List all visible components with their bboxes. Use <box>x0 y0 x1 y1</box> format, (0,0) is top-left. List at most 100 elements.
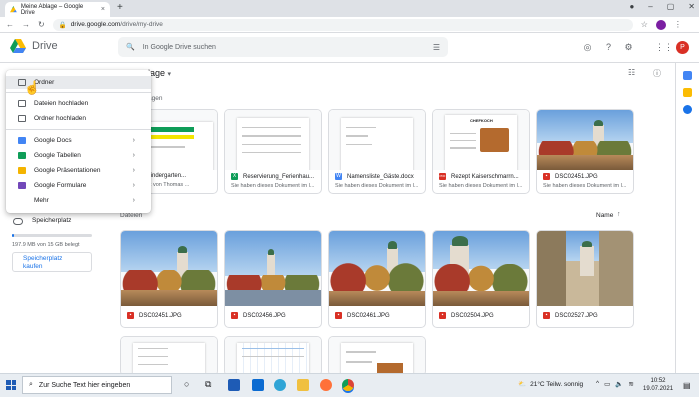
storage-usage-fill <box>12 234 14 237</box>
menu-item-label: Google Tabellen <box>34 152 81 159</box>
weather-icon: ⛅ <box>518 381 527 388</box>
file-explorer-icon[interactable] <box>297 379 309 391</box>
system-tray[interactable]: ^ ▭ 🔈 ≋ <box>596 380 634 388</box>
list-view-icon[interactable]: ☷ <box>628 68 635 77</box>
task-view-icon[interactable]: ⧉ <box>205 379 211 390</box>
new-tab-button[interactable]: + <box>117 2 123 13</box>
menu-item-google-slides[interactable]: Google Präsentationen › <box>6 164 151 177</box>
offline-status-icon[interactable]: ◎ <box>582 42 593 53</box>
chevron-right-icon: › <box>132 137 135 144</box>
menu-item-label: Google Docs <box>34 137 72 144</box>
bookmark-star-icon[interactable]: ☆ <box>641 20 648 29</box>
suggested-card[interactable]: W Namensliste_Gäste.docx Sie haben dieses… <box>328 109 426 194</box>
menu-dots-icon[interactable]: ⋮ <box>674 20 682 29</box>
store-icon[interactable] <box>228 379 240 391</box>
apps-grid-icon[interactable]: ⋮⋮ <box>655 42 673 53</box>
file-thumbnail <box>329 337 425 375</box>
breadcrumb[interactable]: lage ▾ <box>148 68 171 78</box>
taskbar-search-input[interactable]: ⌕ Zur Suche Text hier eingeben <box>22 376 172 394</box>
search-input[interactable]: 🔍 In Google Drive suchen ☰ <box>118 37 448 57</box>
maximize-button[interactable]: ▢ <box>667 2 675 11</box>
forward-icon[interactable]: → <box>22 20 30 29</box>
sort-direction-icon[interactable]: ↑ <box>617 211 621 218</box>
file-card[interactable] <box>120 336 218 376</box>
minimize-button[interactable]: – <box>648 2 652 11</box>
firefox-icon[interactable] <box>320 379 332 391</box>
app-title: Drive <box>32 40 58 52</box>
mail-icon[interactable] <box>252 379 264 391</box>
edge-icon[interactable] <box>274 379 286 391</box>
account-avatar[interactable]: P <box>676 41 689 54</box>
file-card[interactable]: ▪ DSC02456.JPG <box>224 230 322 328</box>
info-icon[interactable]: ⓘ <box>653 68 661 79</box>
address-bar[interactable]: 🔒 drive.google.com/drive/my-drive <box>52 18 633 31</box>
file-name: DSC02461.JPG <box>347 312 390 319</box>
wifi-icon[interactable]: ≋ <box>628 380 633 388</box>
menu-item-label: Ordner hochladen <box>34 115 87 122</box>
slides-icon <box>18 167 26 174</box>
chevron-right-icon: › <box>132 182 135 189</box>
cortana-icon[interactable]: ○ <box>184 379 189 389</box>
profile-avatar[interactable] <box>655 19 666 30</box>
suggested-card[interactable]: ▪ DSC02451.JPG Sie haben dieses Dokument … <box>536 109 634 194</box>
storage-label[interactable]: Speicherplatz <box>32 217 71 224</box>
tasks-icon[interactable] <box>683 105 692 114</box>
menu-item-upload-folder[interactable]: Ordner hochladen <box>6 112 151 125</box>
forms-icon <box>18 182 26 189</box>
menu-item-more[interactable]: Mehr › <box>6 194 151 207</box>
file-name: DSC02451.JPG <box>555 173 598 180</box>
chrome-icon[interactable] <box>342 379 354 391</box>
file-card[interactable]: ▪ DSC02527.JPG <box>536 230 634 328</box>
keep-icon[interactable] <box>683 88 692 97</box>
close-window-button[interactable]: ✕ <box>688 2 695 11</box>
reload-icon[interactable]: ↻ <box>38 20 45 29</box>
calendar-icon[interactable] <box>683 71 692 80</box>
file-name: Rezept Kaiserschmarrn... <box>451 173 519 180</box>
menu-item-label: Google Formulare <box>34 182 87 189</box>
file-card[interactable]: ▪ DSC02451.JPG <box>120 230 218 328</box>
menu-item-google-sheets[interactable]: Google Tabellen › <box>6 149 151 162</box>
file-name: DSC02456.JPG <box>243 312 286 319</box>
clock[interactable]: 10:52 19.07.2021 <box>643 377 673 393</box>
browser-tab[interactable]: Meine Ablage – Google Drive × <box>5 2 110 17</box>
file-card[interactable]: ▪ DSC02461.JPG <box>328 230 426 328</box>
menu-divider <box>6 129 151 130</box>
menu-item-google-forms[interactable]: Google Formulare › <box>6 179 151 192</box>
file-thumbnail <box>121 231 217 306</box>
help-icon[interactable]: ? <box>603 42 614 53</box>
file-card[interactable] <box>224 336 322 376</box>
browser-toolbar: ← → ↻ 🔒 drive.google.com/drive/my-drive … <box>0 17 699 33</box>
suggested-card[interactable]: CHEFKOCH PDF Rezept Kaiserschmarrn... Sie… <box>432 109 530 194</box>
windows-start-icon[interactable] <box>6 380 16 390</box>
settings-gear-icon[interactable]: ⚙ <box>623 42 634 53</box>
file-thumbnail <box>121 337 217 375</box>
file-name: DSC02451.JPG <box>139 312 182 319</box>
file-card[interactable] <box>328 336 426 376</box>
search-options-icon[interactable]: ☰ <box>433 43 440 52</box>
weather-widget[interactable]: ⛅ 21°C Teilw. sonnig <box>518 380 583 389</box>
suggested-card[interactable]: X Reservierung_Ferienhau... Sie haben die… <box>224 109 322 194</box>
url-path: /drive/my-drive <box>120 21 163 28</box>
tray-chevron-icon[interactable]: ^ <box>596 380 599 388</box>
network-icon[interactable]: ▭ <box>604 380 610 388</box>
file-activity: Sie haben dieses Dokument im l... <box>231 183 315 189</box>
drive-logo-icon[interactable] <box>10 39 26 53</box>
buy-storage-button[interactable]: Speicherplatz kaufen <box>12 252 92 272</box>
folder-upload-icon <box>18 115 26 122</box>
taskbar-search-placeholder: Zur Suche Text hier eingeben <box>38 381 131 389</box>
menu-item-upload-files[interactable]: Dateien hochladen <box>6 97 151 110</box>
back-icon[interactable]: ← <box>6 20 14 29</box>
file-thumbnail <box>225 110 321 170</box>
sort-by-name[interactable]: Name <box>596 212 613 219</box>
image-file-icon: ▪ <box>543 312 550 319</box>
search-icon[interactable]: 🔍 <box>126 43 135 51</box>
file-card[interactable]: ▪ DSC02504.JPG <box>432 230 530 328</box>
file-thumbnail <box>225 337 321 375</box>
close-tab-icon[interactable]: × <box>101 6 105 13</box>
file-thumbnail <box>329 110 425 170</box>
menu-item-google-docs[interactable]: Google Docs › <box>6 134 151 147</box>
notifications-icon[interactable]: ▤ <box>683 381 691 390</box>
side-panel <box>675 63 699 373</box>
file-name: DSC02527.JPG <box>555 312 598 319</box>
volume-icon[interactable]: 🔈 <box>615 380 623 388</box>
